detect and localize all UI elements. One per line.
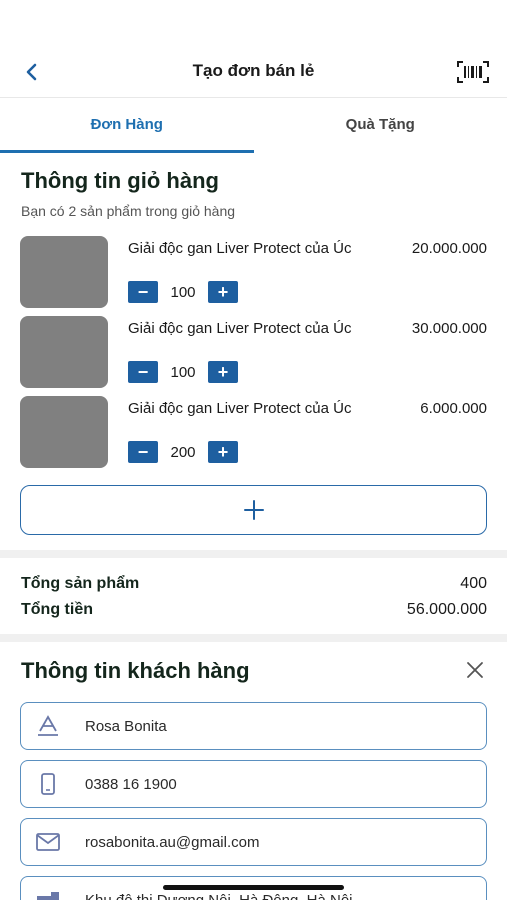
home-indicator: [163, 885, 344, 890]
phone-icon: [21, 773, 75, 795]
top-bar: Tạo đơn bán lẻ: [0, 48, 507, 98]
product-name: Giải độc gan Liver Protect của Úc: [128, 240, 352, 257]
product-name: Giải độc gan Liver Protect của Úc: [128, 320, 352, 337]
customer-section-title: Thông tin khách hàng: [21, 658, 250, 683]
total-amount-value: 56.000.000: [406, 601, 487, 618]
decrease-quantity-button[interactable]: −: [128, 361, 158, 383]
add-product-button[interactable]: [20, 485, 487, 535]
total-products-row: Tổng sản phẩm 400: [21, 575, 487, 593]
tab-gifts[interactable]: Quà Tặng: [254, 99, 507, 153]
product-price: 30.000.000: [411, 320, 487, 337]
quantity-value: 100: [170, 283, 196, 301]
name-icon: [21, 715, 75, 737]
customer-email-value: rosabonita.au@gmail.com: [85, 833, 260, 851]
product-price: 6.000.000: [420, 400, 487, 417]
cart-item: Giải độc gan Liver Protect của Úc 20.000…: [20, 236, 487, 308]
section-divider: [0, 550, 507, 558]
cart-item: Giải độc gan Liver Protect của Úc 30.000…: [20, 316, 487, 388]
product-image: [20, 396, 108, 468]
product-image: [20, 316, 108, 388]
quantity-stepper: − 100 +: [128, 361, 238, 383]
product-name: Giải độc gan Liver Protect của Úc: [128, 400, 352, 417]
customer-phone-value: 0388 16 1900: [85, 775, 177, 793]
quantity-value: 100: [170, 363, 196, 381]
decrease-quantity-button[interactable]: −: [128, 281, 158, 303]
product-price: 20.000.000: [411, 240, 487, 257]
cart-item: Giải độc gan Liver Protect của Úc 6.000.…: [20, 396, 487, 468]
customer-name-field[interactable]: Rosa Bonita: [20, 702, 487, 750]
quantity-stepper: − 200 +: [128, 441, 238, 463]
mail-icon: [21, 833, 75, 851]
barcode-scan-button[interactable]: [457, 58, 489, 86]
increase-quantity-button[interactable]: +: [208, 361, 238, 383]
increase-quantity-button[interactable]: +: [208, 441, 238, 463]
address-icon: [21, 890, 75, 900]
decrease-quantity-button[interactable]: −: [128, 441, 158, 463]
close-button[interactable]: [465, 660, 485, 680]
tab-order[interactable]: Đơn Hàng: [0, 99, 254, 153]
customer-phone-field[interactable]: 0388 16 1900: [20, 760, 487, 808]
total-products-value: 400: [460, 575, 487, 592]
plus-icon: [243, 500, 264, 520]
barcode-icon: [457, 61, 489, 83]
quantity-value: 200: [170, 443, 196, 461]
cart-subtitle: Bạn có 2 sản phẩm trong giỏ hàng: [21, 203, 236, 219]
section-divider: [0, 634, 507, 642]
page-title: Tạo đơn bán lẻ: [192, 61, 315, 80]
customer-address-value: Khu đô thị Dương Nội, Hà Đông, Hà Nội: [85, 891, 353, 900]
total-amount-label: Tổng tiền: [21, 601, 93, 618]
tab-bar: Đơn Hàng Quà Tặng: [0, 99, 507, 153]
cart-section-title: Thông tin giỏ hàng: [21, 168, 219, 193]
product-image: [20, 236, 108, 308]
total-products-label: Tổng sản phẩm: [21, 575, 140, 592]
quantity-stepper: − 100 +: [128, 281, 238, 303]
increase-quantity-button[interactable]: +: [208, 281, 238, 303]
total-amount-row: Tổng tiền 56.000.000: [21, 601, 487, 619]
close-icon: [467, 662, 483, 678]
customer-email-field[interactable]: rosabonita.au@gmail.com: [20, 818, 487, 866]
customer-name-value: Rosa Bonita: [85, 717, 167, 735]
